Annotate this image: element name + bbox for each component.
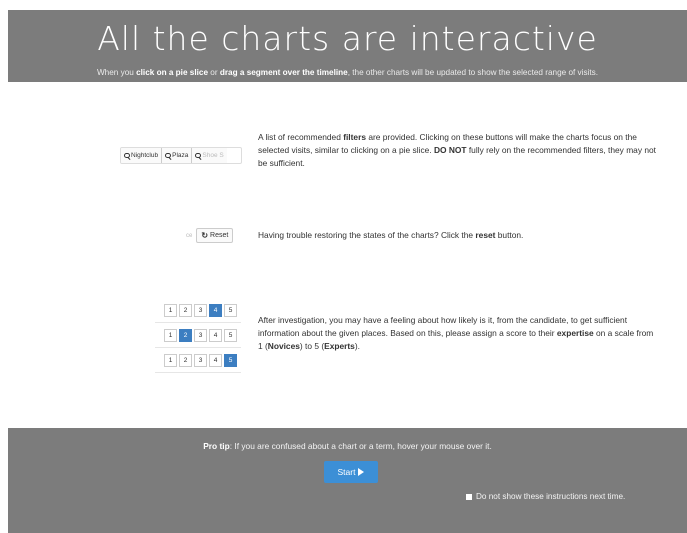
filter-label: Nightclub (131, 152, 159, 159)
dont-show-again-checkbox[interactable]: Do not show these instructions next time… (466, 492, 625, 501)
scale-cell: 1 (164, 353, 177, 367)
subtitle-text: or (208, 68, 220, 77)
scale-cell: 3 (194, 303, 207, 317)
filters-description: A list of recommended filters are provid… (258, 131, 658, 170)
reset-description: Having trouble restoring the states of t… (258, 229, 658, 242)
scale-cell: 1 (164, 328, 177, 342)
expertise-scale-illustration: 1 2 3 4 5 1 2 3 4 5 1 2 3 4 5 (155, 298, 241, 373)
scale-cell: 2 (179, 353, 192, 367)
scale-cell: 4 (209, 328, 222, 342)
desc-emphasis: Experts (324, 341, 355, 351)
pro-tip-label: Pro tip (203, 441, 230, 451)
filter-label: Shoe S (202, 152, 224, 159)
scale-row: 1 2 3 4 5 (155, 298, 241, 323)
subtitle-emphasis: drag a segment over the timeline (219, 68, 348, 77)
desc-emphasis: filters (343, 132, 366, 142)
start-button[interactable]: Start (324, 461, 378, 483)
instructions-footer: Pro tip: If you are confused about a cha… (8, 428, 687, 533)
desc-emphasis: Novices (267, 341, 300, 351)
desc-text: A list of recommended (258, 132, 344, 142)
pro-tip-text: : If you are confused about a chart or a… (229, 441, 492, 451)
filter-button-shoe: Shoe S (192, 148, 227, 163)
search-icon (195, 152, 201, 159)
subtitle-emphasis: click on a pie slice (136, 68, 208, 77)
scale-cell-selected: 5 (224, 353, 237, 367)
desc-text: button. (495, 230, 524, 240)
filter-label: Plaza (172, 152, 189, 159)
desc-text: ) to 5 ( (299, 341, 325, 351)
dont-show-label: Do not show these instructions next time… (476, 492, 626, 501)
pro-tip: Pro tip: If you are confused about a cha… (8, 441, 687, 451)
filter-button-nightclub: Nightclub (121, 148, 163, 163)
scale-cell: 5 (224, 328, 237, 342)
desc-emphasis: reset (475, 230, 496, 240)
scale-row: 1 2 3 4 5 (155, 323, 241, 348)
reset-label: Reset (210, 232, 229, 239)
scale-cell: 3 (194, 328, 207, 342)
scale-cell: 3 (194, 353, 207, 367)
desc-text: Having trouble restoring the states of t… (258, 230, 476, 240)
scale-cell: 1 (164, 303, 177, 317)
filter-button-plaza: Plaza (162, 148, 193, 163)
page-title: All the charts are interactive (97, 19, 598, 58)
desc-text: ). (354, 341, 360, 351)
header-subtitle: When you click on a pie slice or drag a … (8, 68, 687, 77)
expertise-description: After investigation, you may have a feel… (258, 314, 658, 353)
subtitle-text: When you (96, 68, 137, 77)
filter-buttons-illustration: Nightclub Plaza Shoe S (120, 147, 242, 164)
scale-cell: 4 (209, 353, 222, 367)
checkbox-box[interactable] (466, 493, 472, 500)
scale-row: 1 2 3 4 5 (155, 348, 241, 373)
search-icon (165, 152, 171, 159)
search-icon (124, 152, 130, 159)
faded-button-text: ce (186, 232, 193, 239)
scale-cell: 5 (224, 303, 237, 317)
scale-cell-selected: 2 (179, 328, 192, 342)
start-label: Start (337, 467, 356, 477)
desc-emphasis: DO NOT (433, 145, 467, 155)
desc-emphasis: expertise (556, 328, 594, 338)
scale-cell-selected: 4 (209, 303, 222, 317)
scale-cell: 2 (179, 303, 192, 317)
instructions-header: All the charts are interactive When you … (8, 10, 687, 82)
refresh-icon: ↻ (201, 231, 209, 240)
reset-button-example: ↻ Reset (196, 228, 234, 243)
reset-illustration: ce ↻ Reset (186, 228, 234, 243)
play-icon (358, 468, 365, 476)
subtitle-text: , the other charts will be updated to sh… (347, 68, 599, 77)
